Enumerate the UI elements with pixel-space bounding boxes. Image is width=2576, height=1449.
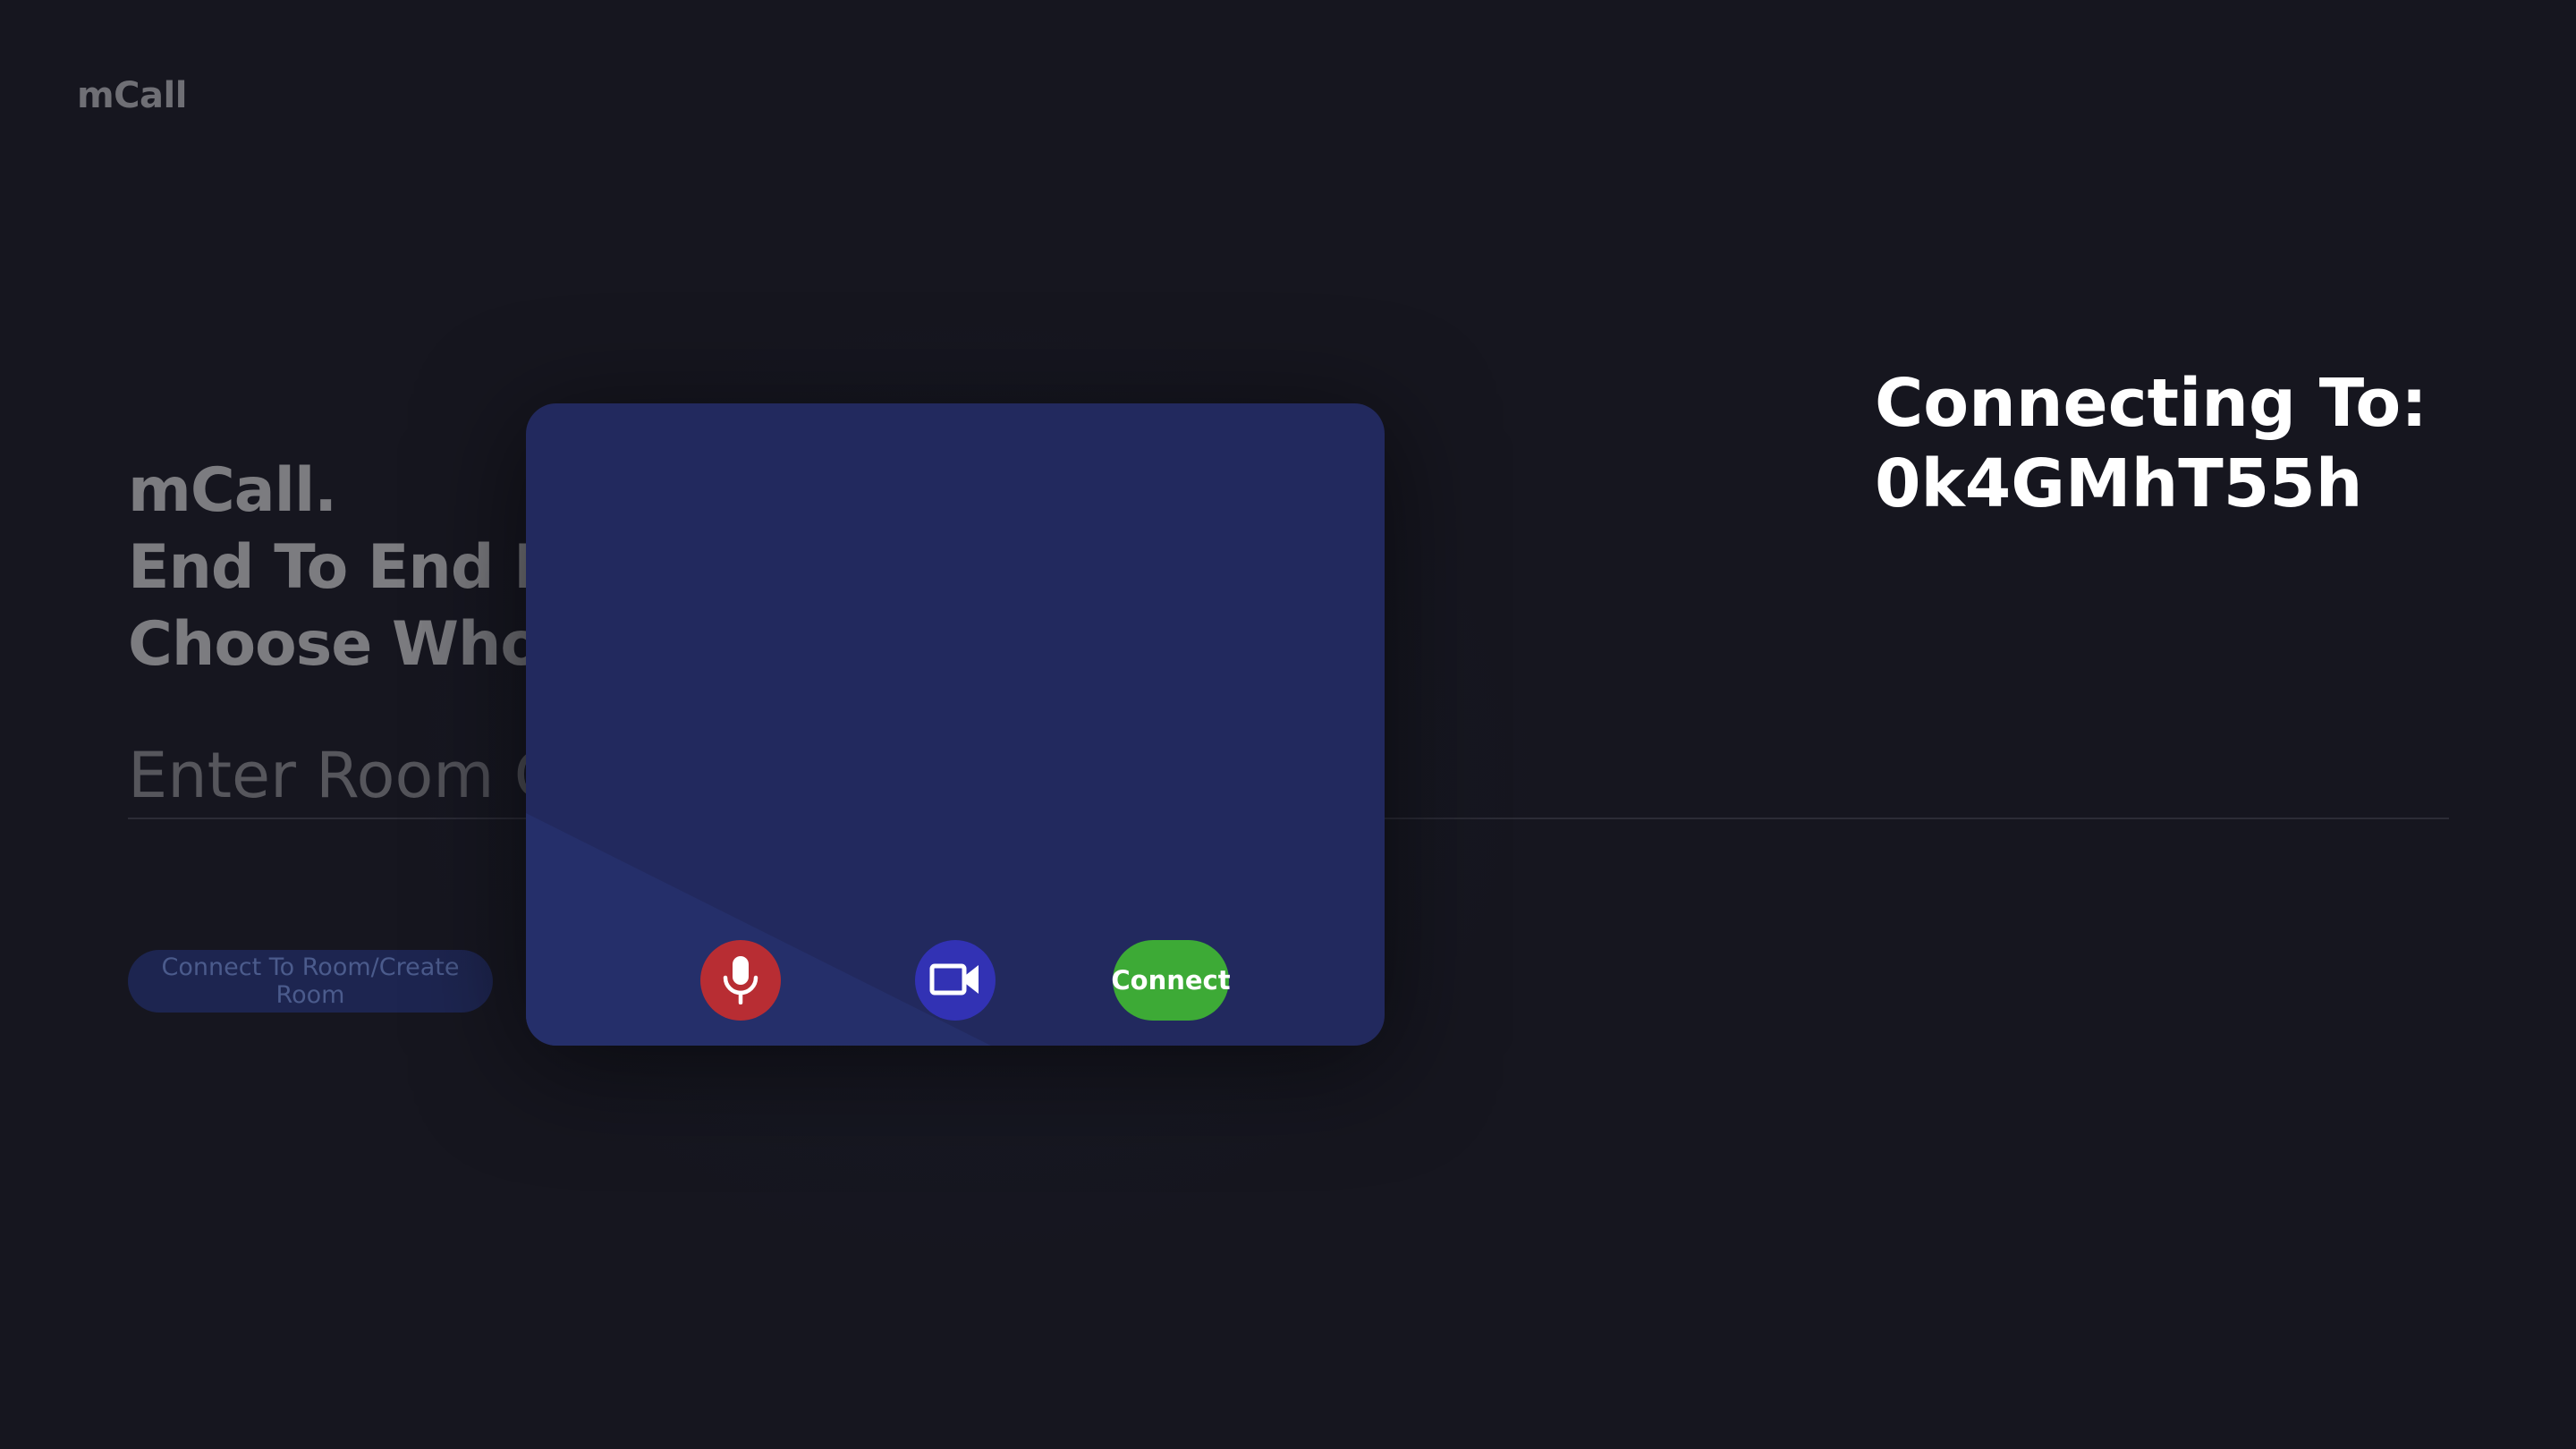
page: mCall mCall. End To End En Choose Who Y …	[0, 0, 2576, 1449]
connect-create-room-button[interactable]: Connect To Room/Create Room	[128, 950, 493, 1013]
call-preview-modal: Connect	[526, 403, 1385, 1046]
connecting-status: Connecting To: 0k4GMhT55h	[1875, 363, 2428, 524]
video-camera-icon	[929, 962, 981, 1000]
microphone-toggle-button[interactable]	[700, 940, 781, 1021]
connect-button[interactable]: Connect	[1111, 940, 1231, 1021]
room-code-display: 0k4GMhT55h	[1875, 445, 2363, 522]
connecting-label: Connecting To:	[1875, 365, 2428, 442]
microphone-icon	[720, 954, 761, 1007]
brand-logo[interactable]: mCall	[77, 75, 187, 116]
camera-toggle-button[interactable]	[915, 940, 996, 1021]
